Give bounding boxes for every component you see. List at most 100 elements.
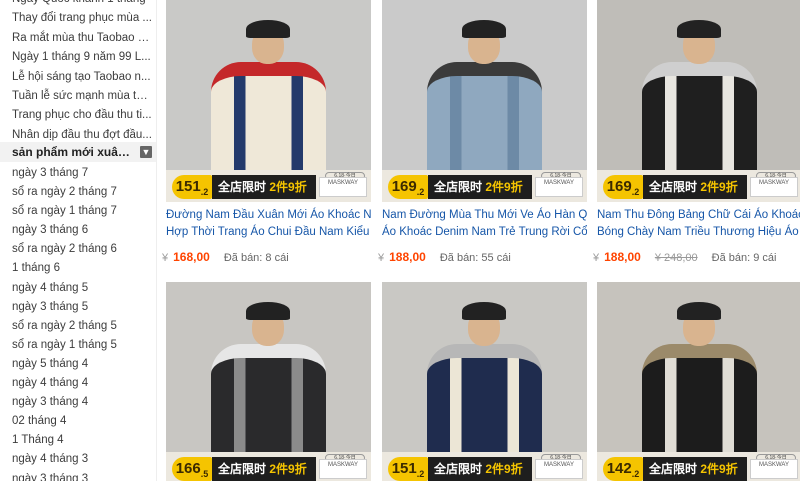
promo-banner: 全店限时 2件9折 [428, 457, 532, 481]
sidebar-date-item[interactable]: sổ ra ngày 2 tháng 7 [0, 183, 156, 202]
promo-price-tag: 169.2 [388, 175, 428, 199]
product-title-link[interactable]: Nam Thu Đông Bảng Chữ Cái Áo Khoác Bóng C… [597, 207, 800, 241]
promo-price: 169 [391, 178, 417, 195]
category-sidebar: Ngày Quốc khánh 1 tháng Thay đổi trang p… [0, 0, 157, 481]
promo-price-decimal: .2 [416, 469, 425, 479]
sidebar-campaign-list: Ngày Quốc khánh 1 tháng Thay đổi trang p… [0, 0, 156, 145]
price-row: ¥188,00 Đã bán: 55 cái [378, 250, 588, 268]
sidebar-active-category[interactable]: sản phẩm mới xuân hè... ▼ [0, 142, 156, 162]
sold-count: Đã bán: 8 cái [223, 252, 289, 264]
promo-banner-highlight: 2件9折 [700, 180, 738, 194]
model-figure [422, 18, 547, 182]
promo-price: 151 [391, 460, 417, 477]
brand-logo: MASKWAY [319, 459, 367, 479]
sidebar-date-item[interactable]: 1 Tháng 4 [0, 431, 156, 450]
price-row: ¥188,00 ¥ 248,00 Đã bán: 9 cái [593, 250, 800, 268]
product-title-link[interactable]: Nam Đường Mùa Thu Mới Ve Áo Hàn Quốc Áo K… [382, 207, 587, 241]
sidebar-date-item[interactable]: sổ ra ngày 1 tháng 7 [0, 202, 156, 221]
product-title-line: Đường Nam Đầu Xuân Mới Áo Khoác Nam [166, 209, 371, 221]
sidebar-item[interactable]: Lễ hội sáng tạo Taobao n... [0, 68, 156, 87]
currency-symbol: ¥ [162, 252, 169, 264]
promo-price: 151 [175, 178, 201, 195]
sold-count: Đã bán: 9 cái [711, 252, 777, 264]
promo-banner-text: 全店限时 [649, 180, 698, 194]
promo-banner: 全店限时 2件9折 [212, 457, 316, 481]
promo-banner-highlight: 2件9折 [700, 462, 738, 476]
brand-logo: MASKWAY [319, 177, 367, 197]
promo-price: 166 [175, 460, 201, 477]
product-image[interactable]: 169.2 全店限时 2件9折 6.18·今日 MASKWAY [382, 0, 587, 202]
product-image[interactable]: 142.2 全店限时 2件9折 6.18·今日 MASKWAY [597, 282, 800, 481]
product-price: 188,00 [604, 250, 641, 264]
promo-price-decimal: .2 [631, 469, 640, 479]
promo-price-tag: 142.2 [603, 457, 643, 481]
sidebar-item[interactable]: Ra mắt mùa thu Taobao g... [0, 29, 156, 48]
cap-shape [462, 302, 506, 320]
sidebar-date-item[interactable]: ngày 3 tháng 5 [0, 298, 156, 317]
jacket-shape [642, 344, 757, 464]
promo-price-tag: 151.2 [388, 457, 428, 481]
sidebar-date-item[interactable]: sổ ra ngày 2 tháng 5 [0, 317, 156, 336]
product-image[interactable]: 151.2 全店限时 2件9折 6.18·今日 MASKWAY [166, 0, 371, 202]
promo-strip: 151.2 全店限时 2件9折 6.18·今日 MASKWAY [166, 170, 371, 202]
jacket-shape [642, 62, 757, 182]
sidebar-date-item[interactable]: ngày 3 tháng 6 [0, 221, 156, 240]
promo-price-decimal: .5 [200, 469, 209, 479]
promo-price-decimal: .2 [631, 187, 640, 197]
jacket-shape [427, 344, 542, 464]
product-title-line: Nam Thu Đông Bảng Chữ Cái Áo Khoác [597, 209, 800, 221]
brand-logo: MASKWAY [535, 177, 583, 197]
sidebar-active-label: sản phẩm mới xuân hè... [12, 145, 136, 159]
product-price: 188,00 [389, 250, 426, 264]
sidebar-item[interactable]: Ngày 1 tháng 9 năm 99 L... [0, 48, 156, 67]
brand-logo: MASKWAY [535, 459, 583, 479]
currency-symbol: ¥ [593, 252, 600, 264]
promo-banner-text: 全店限时 [434, 180, 483, 194]
cap-shape [246, 20, 290, 38]
sidebar-date-item[interactable]: ngày 4 tháng 4 [0, 374, 156, 393]
promo-strip: 169.2 全店限时 2件9折 6.18·今日 MASKWAY [597, 170, 800, 202]
promo-banner: 全店限时 2件9折 [643, 175, 747, 199]
sidebar-date-item[interactable]: ngày 3 tháng 4 [0, 393, 156, 412]
sidebar-item[interactable]: Thay đổi trang phục mùa ... [0, 9, 156, 28]
promo-strip: 142.2 全店限时 2件9折 6.18·今日 MASKWAY [597, 452, 800, 481]
sidebar-item[interactable]: Tuần lễ sức mạnh mùa th... [0, 87, 156, 106]
sidebar-item[interactable]: Ngày Quốc khánh 1 tháng [0, 0, 156, 9]
sidebar-date-item[interactable]: sổ ra ngày 1 tháng 5 [0, 336, 156, 355]
product-title-line: Bóng Chày Nam Triều Thương Hiệu Áo [597, 226, 799, 238]
product-image[interactable]: 169.2 全店限时 2件9折 6.18·今日 MASKWAY [597, 0, 800, 202]
product-title-link[interactable]: Đường Nam Đầu Xuân Mới Áo Khoác Nam Hợp T… [166, 207, 371, 241]
sidebar-date-item[interactable]: ngày 4 tháng 5 [0, 279, 156, 298]
currency-symbol: ¥ [378, 252, 385, 264]
sidebar-date-item[interactable]: sổ ra ngày 2 tháng 6 [0, 240, 156, 259]
price-row: ¥168,00 Đã bán: 8 cái [162, 250, 372, 268]
chevron-down-icon[interactable]: ▼ [140, 146, 152, 158]
promo-strip: 151.2 全店限时 2件9折 6.18·今日 MASKWAY [382, 452, 587, 481]
sidebar-date-list: ngày 3 tháng 7 sổ ra ngày 2 tháng 7 sổ r… [0, 164, 156, 481]
promo-price: 169 [606, 178, 632, 195]
promo-banner: 全店限时 2件9折 [643, 457, 747, 481]
product-image[interactable]: 166.5 全店限时 2件9折 6.18·今日 MASKWAY [166, 282, 371, 481]
jacket-shape [211, 344, 326, 464]
sidebar-date-item[interactable]: ngày 4 tháng 3 [0, 450, 156, 469]
sidebar-date-item[interactable]: 1 tháng 6 [0, 259, 156, 278]
model-figure [422, 300, 547, 464]
sidebar-date-item[interactable]: ngày 3 tháng 3 [0, 470, 156, 481]
promo-banner-highlight: 2件9折 [485, 180, 523, 194]
promo-price-decimal: .2 [200, 187, 209, 197]
promo-price: 142 [606, 460, 632, 477]
sidebar-date-item[interactable]: ngày 3 tháng 7 [0, 164, 156, 183]
sidebar-date-item[interactable]: 02 tháng 4 [0, 412, 156, 431]
cap-shape [462, 20, 506, 38]
product-image[interactable]: 151.2 全店限时 2件9折 6.18·今日 MASKWAY [382, 282, 587, 481]
promo-banner-highlight: 2件9折 [269, 462, 307, 476]
product-price: 168,00 [173, 250, 210, 264]
promo-price-tag: 151.2 [172, 175, 212, 199]
promo-banner: 全店限时 2件9折 [212, 175, 316, 199]
promo-strip: 169.2 全店限时 2件9折 6.18·今日 MASKWAY [382, 170, 587, 202]
sidebar-date-item[interactable]: ngày 5 tháng 4 [0, 355, 156, 374]
promo-price-decimal: .2 [416, 187, 425, 197]
sidebar-item[interactable]: Trang phục cho đầu thu ti... [0, 106, 156, 125]
promo-banner-text: 全店限时 [218, 180, 267, 194]
cap-shape [246, 302, 290, 320]
